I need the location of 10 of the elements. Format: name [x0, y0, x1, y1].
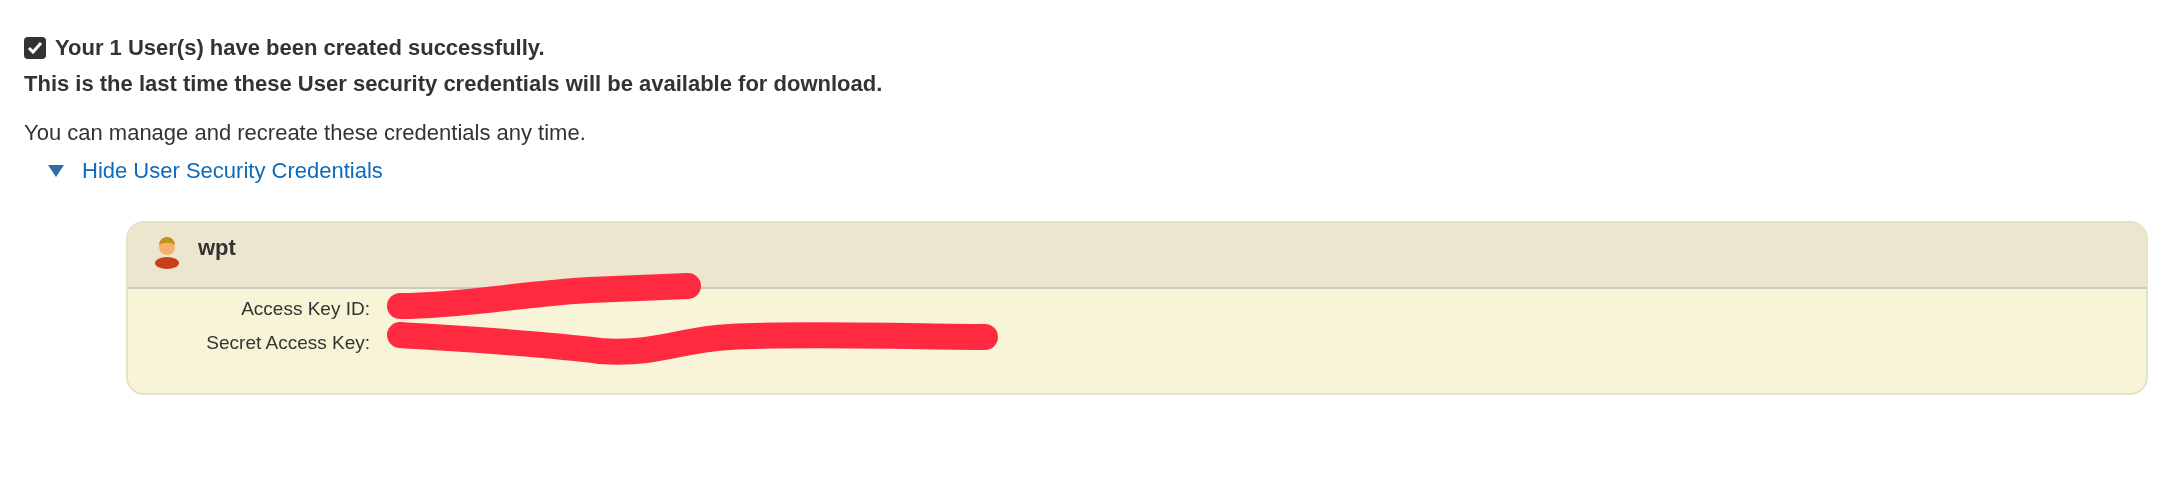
warning-text: This is the last time these User security credentials will be available for download. [24, 71, 884, 98]
field-label: Secret Access Key: [205, 332, 370, 354]
user-icon [154, 235, 180, 269]
triangle-icon[interactable] [48, 164, 64, 178]
success-title: Your 1 User(s) have been created successfully. [55, 35, 545, 61]
user-name: wpt [198, 235, 236, 261]
checkbox-icon [24, 37, 46, 59]
toggle-link[interactable]: Hide User Security Credentials [82, 158, 383, 184]
field-label: Access Key ID: [240, 298, 370, 320]
info-text: You can manage and recreate these credentials any time. [24, 120, 587, 147]
